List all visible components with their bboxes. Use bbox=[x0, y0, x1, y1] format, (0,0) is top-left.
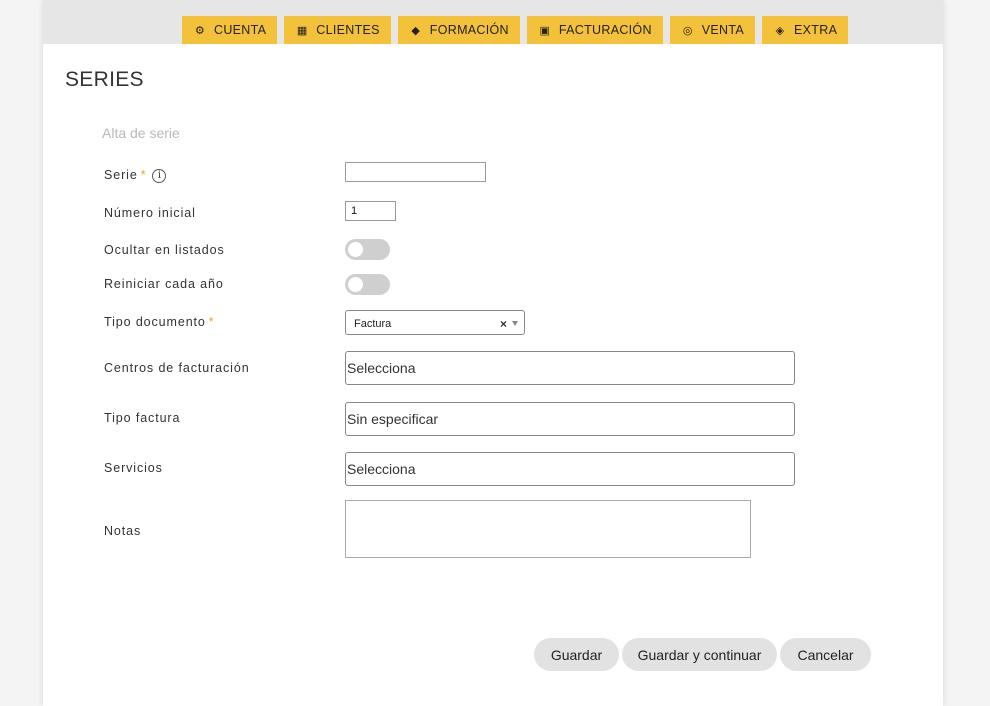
required-mark: * bbox=[140, 168, 147, 182]
info-icon[interactable]: i bbox=[152, 169, 167, 183]
required-mark: * bbox=[208, 315, 215, 329]
tag-icon: ◈ bbox=[775, 24, 785, 37]
nav-item-label: EXTRA bbox=[794, 23, 838, 37]
nav-item-label: CUENTA bbox=[214, 23, 267, 37]
nav-item-clientes[interactable]: ▦ CLIENTES bbox=[284, 16, 391, 44]
notas-label: Notas bbox=[104, 524, 142, 538]
serie-input[interactable] bbox=[345, 162, 486, 182]
toggle-knob bbox=[348, 277, 363, 292]
graduation-cap-icon: ◆ bbox=[411, 24, 421, 37]
nav-item-cuenta[interactable]: ⚙ CUENTA bbox=[182, 16, 278, 44]
page-title: SERIES bbox=[65, 68, 144, 91]
ocultar-listados-label: Ocultar en listados bbox=[104, 243, 225, 257]
tipo-factura-select[interactable]: Sin especificar bbox=[345, 402, 795, 436]
coins-icon: ◎ bbox=[682, 24, 693, 37]
money-bill-icon: ▣ bbox=[539, 24, 551, 37]
gears-icon: ⚙ bbox=[194, 24, 206, 37]
top-navbar: ⚙ CUENTA ▦ CLIENTES ◆ FORMACIÓN ▣ FACTUR… bbox=[43, 0, 943, 44]
tipo-documento-value: Factura bbox=[354, 318, 392, 330]
tipo-documento-label-text: Tipo documento bbox=[104, 315, 206, 329]
centros-facturacion-select[interactable]: Selecciona bbox=[345, 351, 795, 385]
nav-item-label: VENTA bbox=[701, 23, 745, 37]
servicios-select[interactable]: Selecciona bbox=[345, 452, 795, 486]
numero-inicial-input[interactable] bbox=[345, 201, 396, 221]
nav-item-label: FACTURACIÓN bbox=[558, 23, 652, 37]
reiniciar-anio-toggle[interactable] bbox=[345, 274, 390, 295]
nav-item-label: FORMACIÓN bbox=[429, 23, 509, 37]
tipo-factura-label: Tipo factura bbox=[104, 411, 181, 425]
nav-item-venta[interactable]: ◎ VENTA bbox=[669, 16, 756, 44]
centros-facturacion-label: Centros de facturación bbox=[104, 361, 250, 375]
nav-item-formacion[interactable]: ◆ FORMACIÓN bbox=[397, 16, 520, 44]
ocultar-listados-toggle[interactable] bbox=[345, 239, 390, 260]
nav-item-extra[interactable]: ◈ EXTRA bbox=[762, 16, 849, 44]
toggle-knob bbox=[348, 242, 363, 257]
building-icon: ▦ bbox=[296, 24, 308, 37]
nav-item-label: CLIENTES bbox=[316, 23, 380, 37]
serie-label-text: Serie bbox=[104, 168, 138, 182]
clear-selection-icon[interactable]: × bbox=[500, 317, 507, 331]
numero-inicial-label: Número inicial bbox=[104, 206, 196, 220]
serie-label: Serie * i bbox=[104, 168, 167, 183]
tipo-documento-select[interactable]: Factura × bbox=[345, 310, 525, 335]
notas-textarea[interactable] bbox=[345, 500, 751, 558]
main-nav: ⚙ CUENTA ▦ CLIENTES ◆ FORMACIÓN ▣ FACTUR… bbox=[182, 16, 849, 44]
form-subtitle: Alta de serie bbox=[102, 125, 180, 141]
main-panel: ⚙ CUENTA ▦ CLIENTES ◆ FORMACIÓN ▣ FACTUR… bbox=[43, 0, 943, 706]
tipo-documento-label: Tipo documento * bbox=[104, 315, 215, 329]
cancelar-button[interactable]: Cancelar bbox=[780, 638, 871, 671]
servicios-label: Servicios bbox=[104, 461, 163, 475]
dropdown-arrow-icon[interactable] bbox=[512, 321, 518, 326]
guardar-continuar-button[interactable]: Guardar y continuar bbox=[622, 638, 777, 671]
nav-item-facturacion[interactable]: ▣ FACTURACIÓN bbox=[526, 16, 663, 44]
reiniciar-anio-label: Reiniciar cada año bbox=[104, 277, 224, 291]
guardar-button[interactable]: Guardar bbox=[534, 638, 619, 671]
